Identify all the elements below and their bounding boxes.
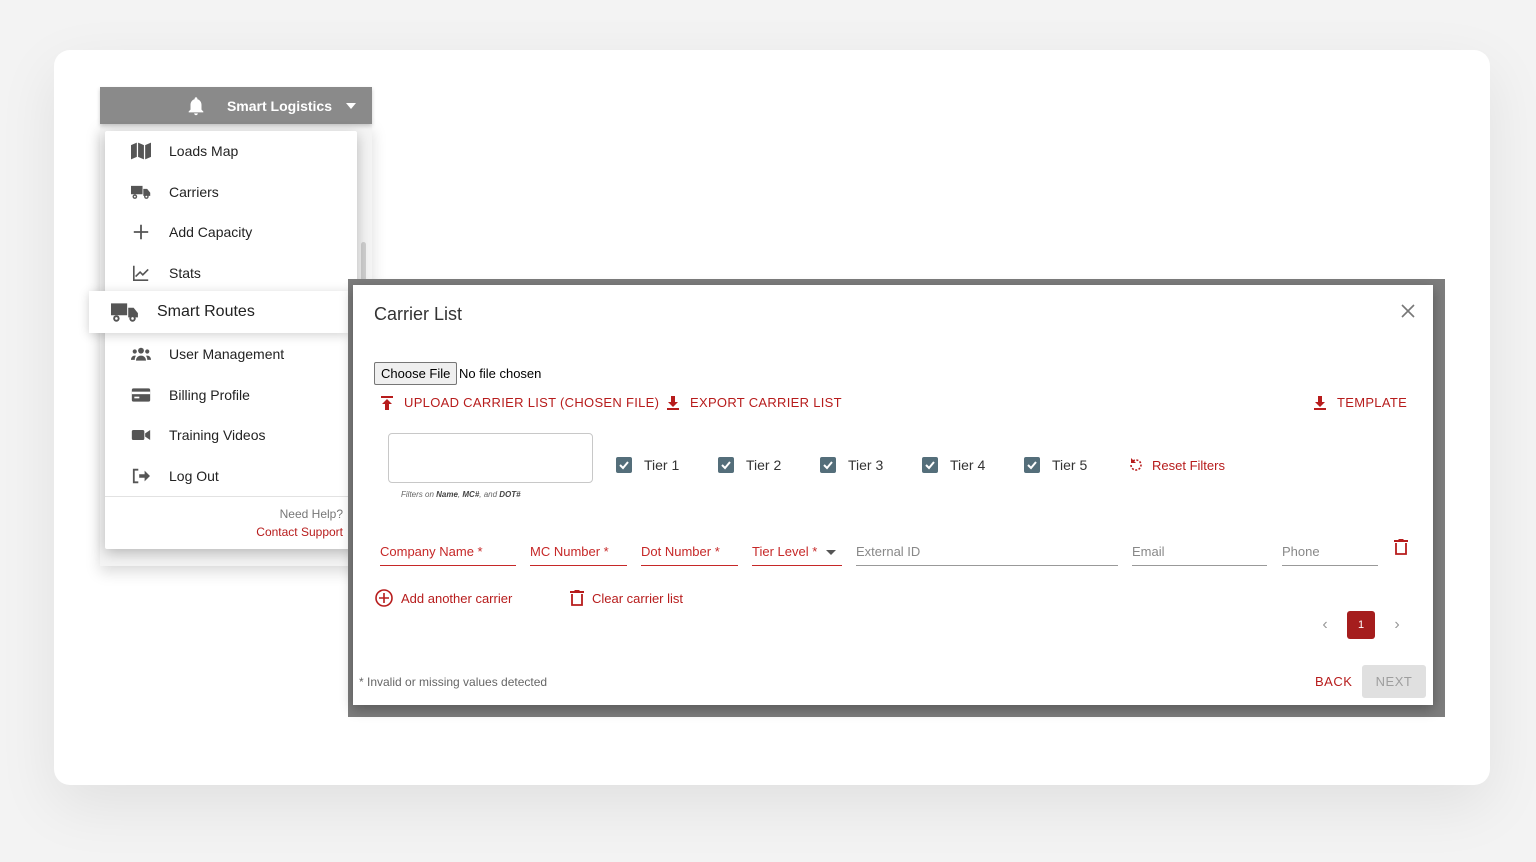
checkbox-checked-icon[interactable] xyxy=(922,457,938,473)
search-input[interactable] xyxy=(388,433,593,483)
phone-field[interactable]: Phone xyxy=(1282,544,1378,566)
tier-label: Tier 5 xyxy=(1052,457,1088,473)
plus-icon xyxy=(131,223,151,241)
bell-icon[interactable] xyxy=(185,95,207,117)
file-status: No file chosen xyxy=(459,366,542,381)
menu-item-stats[interactable]: Stats xyxy=(105,253,357,293)
chevron-right-icon[interactable]: › xyxy=(1387,616,1407,634)
menu-item-label: Billing Profile xyxy=(169,387,250,403)
menu-item-label: Log Out xyxy=(169,468,219,484)
checkbox-checked-icon[interactable] xyxy=(718,457,734,473)
template-label: TEMPLATE xyxy=(1337,395,1408,410)
truck-icon xyxy=(131,183,151,201)
export-carrier-list-button[interactable]: EXPORT CARRIER LIST xyxy=(666,395,842,410)
chevron-down-icon[interactable] xyxy=(346,102,356,109)
map-icon xyxy=(131,142,151,160)
clear-carrier-list-button[interactable]: Clear carrier list xyxy=(570,589,683,607)
video-camera-icon xyxy=(131,426,151,444)
add-carrier-label: Add another carrier xyxy=(401,590,513,606)
menu-item-log-out[interactable]: Log Out xyxy=(105,456,357,496)
tier-level-select[interactable]: Tier Level * xyxy=(752,544,842,566)
email-field[interactable]: Email xyxy=(1132,544,1267,566)
close-icon[interactable] xyxy=(1399,302,1417,320)
menu-item-label: Stats xyxy=(169,265,201,281)
pagination: ‹ 1 › xyxy=(1315,611,1407,639)
mc-number-field[interactable]: MC Number * xyxy=(530,544,627,566)
menu-item-label: Add Capacity xyxy=(169,224,253,240)
reset-filters-button[interactable]: Reset Filters xyxy=(1128,457,1225,473)
clear-carrier-list-label: Clear carrier list xyxy=(592,590,684,606)
trash-icon[interactable] xyxy=(1394,538,1408,556)
menu-item-label: User Management xyxy=(169,346,285,362)
checkbox-checked-icon[interactable] xyxy=(616,457,632,473)
add-circle-icon xyxy=(375,589,393,607)
page-button-current[interactable]: 1 xyxy=(1347,611,1375,639)
menu-item-user-management[interactable]: User Management xyxy=(105,334,357,374)
credit-card-icon xyxy=(131,386,151,404)
tier-label: Tier 3 xyxy=(848,457,884,473)
tier-label: Tier 2 xyxy=(746,457,782,473)
menu-item-label: Smart Routes xyxy=(157,303,255,320)
need-help-text: Need Help? xyxy=(279,507,343,521)
checkbox-checked-icon[interactable] xyxy=(820,457,836,473)
dialog-title: Carrier List xyxy=(374,304,463,324)
menu-item-loads-map[interactable]: Loads Map xyxy=(105,131,357,171)
app-bar: Smart Logistics xyxy=(100,87,372,124)
tier-level-label: Tier Level * xyxy=(752,544,818,559)
download-icon xyxy=(667,395,679,410)
chevron-left-icon[interactable]: ‹ xyxy=(1315,616,1335,634)
upload-carrier-list-button[interactable]: UPLOAD CARRIER LIST (CHOSEN FILE) xyxy=(380,395,659,410)
reset-icon xyxy=(1130,458,1142,471)
checkbox-checked-icon[interactable] xyxy=(1024,457,1040,473)
menu-item-add-capacity[interactable]: Add Capacity xyxy=(105,212,357,252)
reset-filters-label: Reset Filters xyxy=(1152,457,1225,473)
upload-label: UPLOAD CARRIER LIST (CHOSEN FILE) xyxy=(404,395,660,410)
logout-icon xyxy=(131,467,151,485)
tier-4-checkbox[interactable]: Tier 4 xyxy=(922,457,985,473)
company-name-field[interactable]: Company Name * xyxy=(380,544,516,566)
contact-support-link[interactable]: Contact Support xyxy=(256,525,343,539)
menu-item-label: Training Videos xyxy=(169,427,266,443)
back-button[interactable]: BACK xyxy=(1315,674,1352,689)
dot-number-field[interactable]: Dot Number * xyxy=(641,544,738,566)
menu-item-training-videos[interactable]: Training Videos xyxy=(105,415,357,455)
tier-5-checkbox[interactable]: Tier 5 xyxy=(1024,457,1087,473)
line-chart-icon xyxy=(131,264,151,282)
export-label: EXPORT CARRIER LIST xyxy=(690,395,842,410)
menu-item-label: Carriers xyxy=(169,184,219,200)
template-button[interactable]: TEMPLATE xyxy=(1313,395,1407,410)
users-icon xyxy=(131,345,151,363)
choose-file-button[interactable]: Choose File xyxy=(374,362,458,385)
upload-icon xyxy=(381,395,393,410)
chevron-down-icon xyxy=(826,550,836,555)
add-carrier-button[interactable]: Add another carrier xyxy=(375,589,512,607)
validation-message: * Invalid or missing values detected xyxy=(359,675,548,689)
trash-icon xyxy=(570,590,584,606)
menu-item-billing-profile[interactable]: Billing Profile xyxy=(105,375,357,415)
truck-icon xyxy=(111,303,139,322)
download-icon xyxy=(1314,395,1326,410)
external-id-field[interactable]: External ID xyxy=(856,544,1118,566)
menu-item-smart-routes[interactable]: Smart Routes xyxy=(89,291,349,333)
tier-label: Tier 4 xyxy=(950,457,986,473)
next-button[interactable]: NEXT xyxy=(1362,665,1426,698)
menu-divider xyxy=(105,496,357,497)
menu-item-carriers[interactable]: Carriers xyxy=(105,172,357,212)
search-hint: Filters on Name, MC#, and DOT# xyxy=(401,490,521,499)
carrier-list-dialog: Carrier List Choose File No file chosen … xyxy=(353,285,1433,705)
menu-item-label: Loads Map xyxy=(169,143,239,159)
account-menu: Loads Map Carriers Add Capacity Stats Sm… xyxy=(89,131,357,549)
tier-1-checkbox[interactable]: Tier 1 xyxy=(616,457,679,473)
tier-2-checkbox[interactable]: Tier 2 xyxy=(718,457,781,473)
org-name[interactable]: Smart Logistics xyxy=(227,98,332,114)
tier-label: Tier 1 xyxy=(644,457,680,473)
tier-3-checkbox[interactable]: Tier 3 xyxy=(820,457,883,473)
